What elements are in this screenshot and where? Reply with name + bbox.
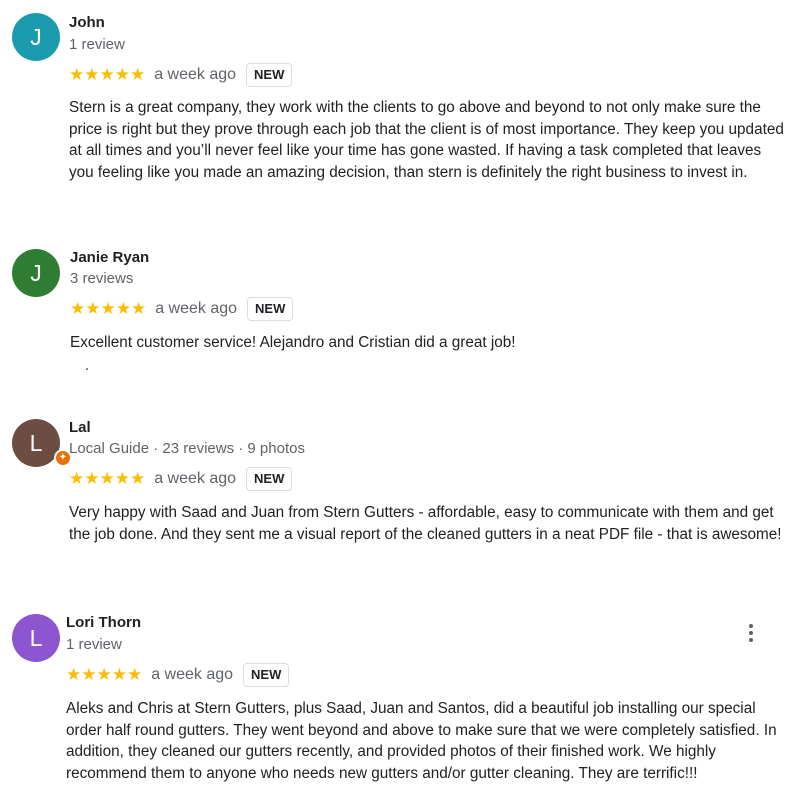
rating-row: ★★★★★ a week ago NEW (66, 663, 290, 687)
reviewer-meta: 1 review (69, 36, 125, 53)
reviewer-name[interactable]: Lal (69, 419, 91, 436)
review-date: a week ago (154, 470, 237, 487)
more-dot (749, 638, 753, 642)
star-rating: ★★★★★ (66, 665, 143, 684)
rating-row: ★★★★★ a week ago NEW (70, 297, 294, 321)
star-rating: ★★★★★ (70, 299, 147, 318)
avatar[interactable]: L (12, 614, 60, 662)
review-date: a week ago (151, 666, 234, 683)
star-rating: ★★★★★ (69, 65, 146, 84)
more-dot (749, 624, 753, 628)
new-badge: NEW (246, 63, 293, 87)
reviewer-name[interactable]: Lori Thorn (66, 614, 141, 631)
star-rating: ★★★★★ (69, 469, 146, 488)
review-text: Excellent customer service! Alejandro an… (70, 334, 516, 351)
avatar[interactable]: L ✦ (12, 419, 72, 467)
reviewer-name[interactable]: Janie Ryan (70, 249, 149, 266)
avatar[interactable]: J (12, 13, 60, 61)
avatar[interactable]: J (12, 249, 60, 297)
new-badge: NEW (247, 297, 294, 321)
reviewer-meta: Local Guide · 23 reviews · 9 photos (69, 440, 305, 457)
review-date: a week ago (154, 66, 237, 83)
reviews-page: J John 1 review ★★★★★ a week ago NEW Ste… (0, 0, 800, 800)
review-text: Aleks and Chris at Stern Gutters, plus S… (66, 700, 777, 782)
more-dot (749, 631, 753, 635)
reviewer-name[interactable]: John (69, 14, 105, 31)
review-date: a week ago (155, 300, 238, 317)
reviewer-meta: 3 reviews (70, 270, 134, 287)
more-options-icon[interactable] (740, 620, 762, 646)
avatar-letter: L (29, 430, 43, 456)
new-badge: NEW (243, 663, 290, 687)
review-text: Very happy with Saad and Juan from Stern… (69, 504, 782, 543)
rating-row: ★★★★★ a week ago NEW (69, 467, 293, 491)
reviewer-meta: 1 review (66, 636, 122, 653)
stray-mark (86, 368, 88, 370)
new-badge: NEW (246, 467, 293, 491)
review-text: Stern is a great company, they work with… (69, 99, 784, 181)
rating-row: ★★★★★ a week ago NEW (69, 63, 293, 87)
